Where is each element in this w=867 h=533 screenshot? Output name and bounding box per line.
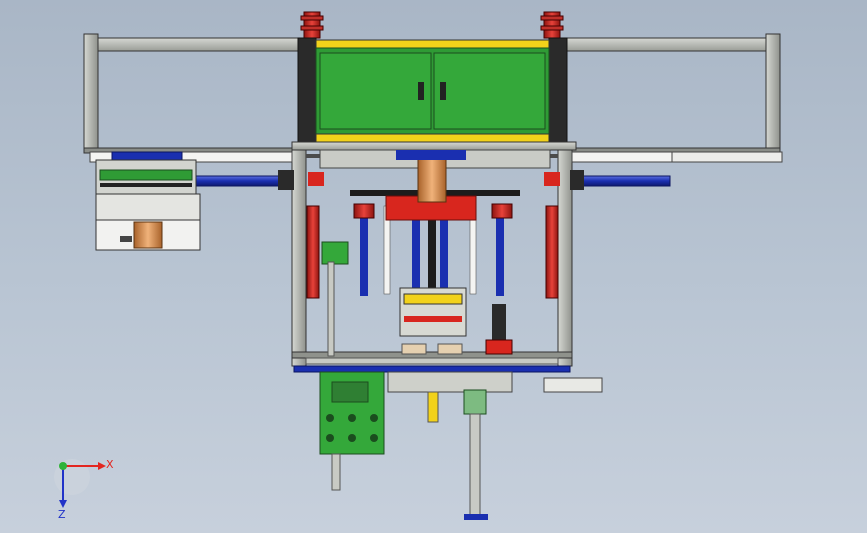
panel-button-icon[interactable] (370, 414, 378, 422)
top-left-outrigger (83, 33, 301, 154)
panel-button-icon[interactable] (326, 414, 334, 422)
left-clamp-block (321, 241, 349, 357)
panel-button-icon[interactable] (348, 434, 356, 442)
cad-viewport[interactable]: X Z (0, 0, 867, 533)
coordinate-triad: X Z (54, 458, 114, 521)
top-right-outrigger (565, 33, 781, 154)
z-axis-label: Z (58, 508, 66, 521)
y-axis-dot-icon (59, 462, 67, 470)
x-axis-label: X (106, 458, 114, 471)
panel-button-icon[interactable] (370, 434, 378, 442)
bottom-feed-assembly (387, 371, 603, 520)
left-feeder-module (95, 159, 201, 251)
motor-right (540, 11, 564, 39)
control-panel[interactable] (319, 371, 385, 491)
motor-left (300, 11, 324, 39)
left-side-cylinder (306, 205, 320, 299)
panel-button-icon[interactable] (326, 434, 334, 442)
right-cylinder-rod (570, 151, 783, 190)
spindle-head-assembly (308, 149, 560, 221)
panel-button-icon[interactable] (348, 414, 356, 422)
lower-press-mechanism (399, 287, 513, 355)
right-side-cylinder (545, 205, 559, 299)
machine-assembly-drawing: X Z (54, 11, 783, 521)
electrical-cabinet (297, 37, 568, 143)
